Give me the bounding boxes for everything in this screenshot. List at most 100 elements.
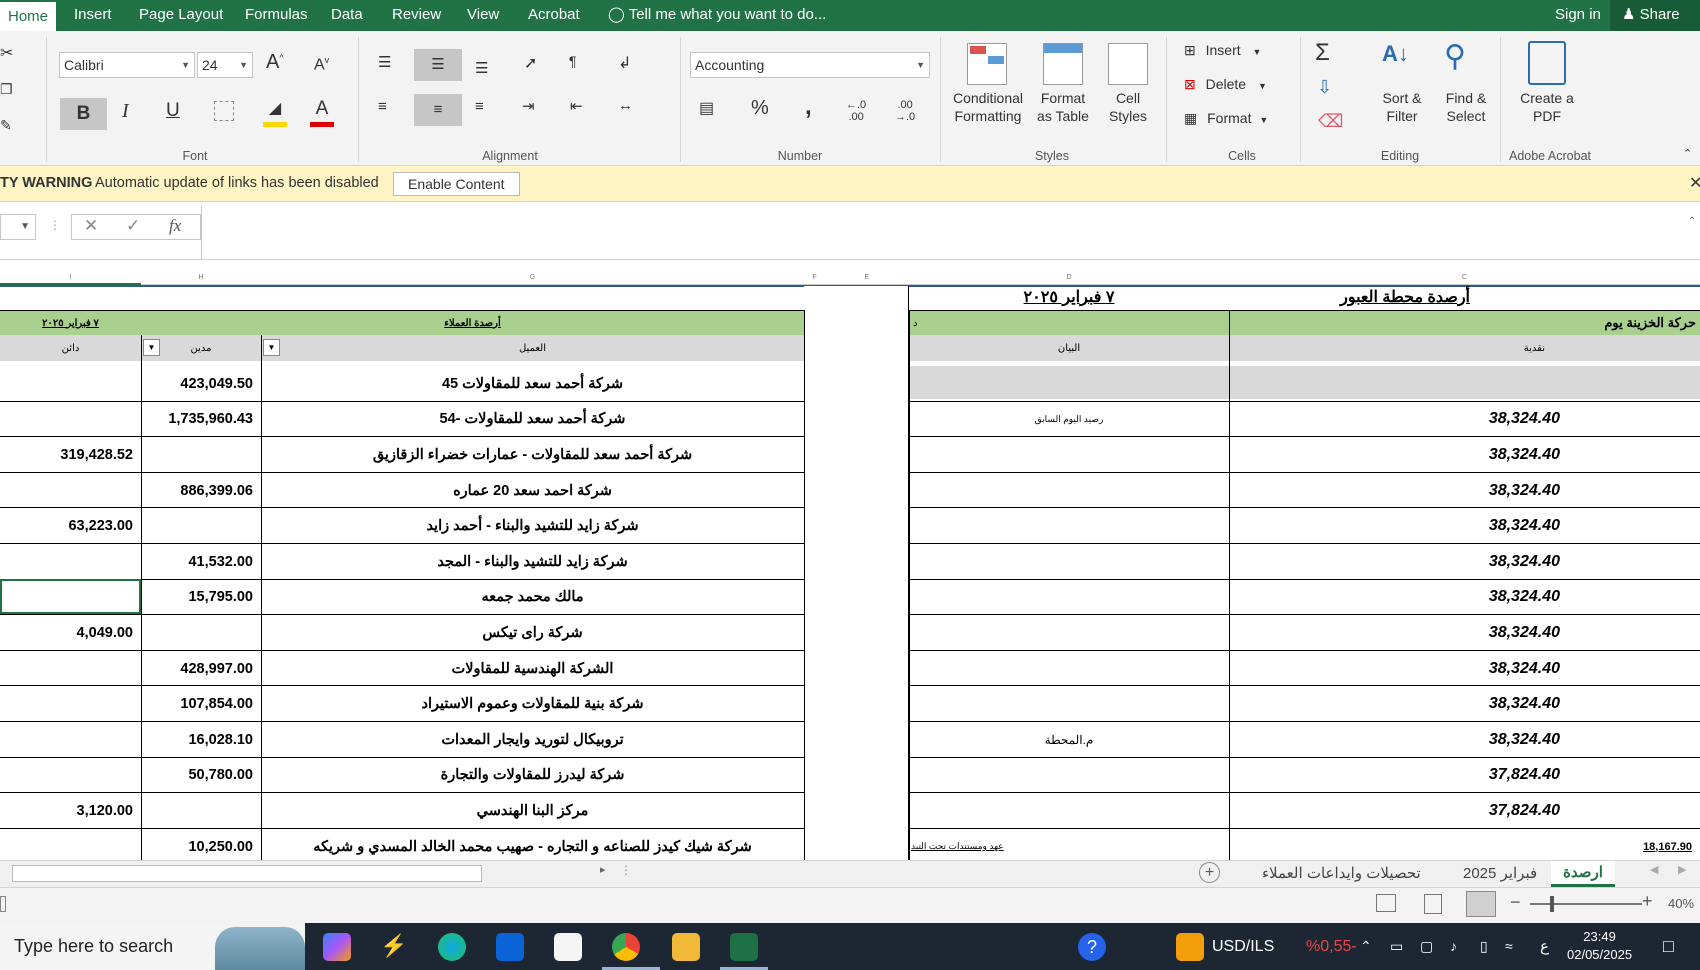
customer-name-cell[interactable]: شركة أحمد سعد للمقاولات 45: [261, 366, 804, 402]
statement-cell[interactable]: رصيد اليوم السابق: [909, 402, 1229, 438]
cash-cell[interactable]: 38,324.40: [1229, 437, 1700, 473]
debit-cell[interactable]: 423,049.50: [141, 366, 261, 402]
scroll-right-icon[interactable]: ▸: [600, 863, 606, 876]
amazon-icon[interactable]: [554, 933, 582, 961]
conditional-formatting-button[interactable]: Conditional Formatting: [944, 89, 1032, 125]
merge-center-icon[interactable]: ↔: [618, 97, 633, 114]
italic-button[interactable]: I: [122, 100, 129, 123]
enable-content-button[interactable]: Enable Content: [393, 172, 520, 196]
horizontal-scrollbar[interactable]: [12, 865, 482, 882]
statement-cell[interactable]: [909, 544, 1229, 580]
macro-record-icon[interactable]: [0, 896, 6, 912]
edge-icon[interactable]: [438, 933, 466, 961]
add-sheet-button[interactable]: +: [1199, 862, 1220, 883]
increase-decimal-button[interactable]: ←.0 .00: [846, 99, 866, 123]
align-center-icon[interactable]: ≡: [414, 94, 462, 126]
middle-align-icon[interactable]: ☰: [414, 49, 462, 81]
debit-cell[interactable]: 1,735,960.43: [141, 402, 261, 438]
copilot-icon[interactable]: [323, 933, 351, 961]
credit-cell[interactable]: [0, 722, 141, 758]
cash-cell[interactable]: 38,324.40: [1229, 508, 1700, 544]
decrease-indent-icon[interactable]: ⇤: [570, 97, 583, 115]
statement-cell[interactable]: [909, 473, 1229, 509]
credit-cell[interactable]: [0, 473, 141, 509]
tab-insert[interactable]: Insert: [74, 0, 112, 31]
statement-cell[interactable]: [909, 615, 1229, 651]
chevron-up-icon[interactable]: ⌃: [1360, 923, 1372, 970]
enter-check-icon[interactable]: ✓: [126, 216, 140, 236]
credit-cell[interactable]: 63,223.00: [0, 508, 141, 544]
name-box[interactable]: ▼: [0, 214, 36, 240]
stocks-widget-icon[interactable]: [1176, 933, 1204, 961]
accounting-format-icon[interactable]: ▤: [699, 98, 714, 118]
system-clock[interactable]: 23:49 02/05/2025: [1567, 928, 1632, 964]
sign-in-link[interactable]: Sign in: [1555, 0, 1601, 31]
credit-cell[interactable]: [0, 544, 141, 580]
cell-styles-icon[interactable]: [1108, 43, 1148, 85]
treasury-band-title[interactable]: حركة الخزينة يوم: [1229, 311, 1700, 335]
statement-cell[interactable]: عهد ومستندات تحت التيد: [909, 829, 1229, 860]
align-left-icon[interactable]: ≡: [378, 98, 387, 115]
customers-band-date[interactable]: ٧ فبراير ٢٠٢٥: [0, 311, 141, 335]
col-header-g[interactable]: G: [261, 274, 804, 284]
find-select-button[interactable]: Find & Select: [1436, 89, 1496, 125]
conditional-formatting-icon[interactable]: [967, 43, 1007, 85]
statement-cell[interactable]: [909, 580, 1229, 616]
credit-cell[interactable]: [0, 758, 141, 794]
formula-input[interactable]: [201, 206, 1691, 260]
customer-name-cell[interactable]: شركة أحمد سعد للمقاولات -54: [261, 402, 804, 438]
col-header-d[interactable]: D: [909, 274, 1229, 284]
customer-name-cell[interactable]: شركة زايد للتشيد والبناء - المجد: [261, 544, 804, 580]
tab-home[interactable]: Home: [0, 0, 57, 31]
debit-cell[interactable]: [141, 437, 261, 473]
customer-name-cell[interactable]: مالك محمد جمعه: [261, 580, 804, 616]
collapse-ribbon-icon[interactable]: ⌃: [1683, 147, 1692, 160]
cut-icon[interactable]: ✂: [0, 43, 13, 63]
bottom-align-icon[interactable]: ☰: [475, 59, 488, 77]
col-header-f[interactable]: F: [804, 274, 825, 284]
selected-cell[interactable]: [0, 579, 141, 614]
pdf-icon[interactable]: [1528, 41, 1566, 85]
customer-name-cell[interactable]: شركة زايد للتشيد والبناء - أحمد زايد: [261, 508, 804, 544]
credit-cell[interactable]: [0, 686, 141, 722]
statement-cell[interactable]: [909, 508, 1229, 544]
lightning-app-icon[interactable]: ⚡: [380, 933, 408, 961]
col-header-e[interactable]: E: [825, 274, 909, 284]
customers-band-title[interactable]: أرصدة العملاء: [141, 311, 804, 335]
tab-acrobat[interactable]: Acrobat: [528, 0, 580, 31]
orientation-icon[interactable]: ➚: [524, 53, 537, 73]
statement-cell[interactable]: [909, 686, 1229, 722]
bold-button[interactable]: B: [60, 98, 107, 130]
sort-filter-icon[interactable]: A↓: [1382, 41, 1409, 67]
tell-me-box[interactable]: ◯ Tell me what you want to do...: [608, 0, 826, 31]
cash-cell[interactable]: [1229, 366, 1700, 402]
align-right-icon[interactable]: ≡: [475, 98, 484, 115]
credit-cell[interactable]: 3,120.00: [0, 793, 141, 829]
zoom-out-button[interactable]: −: [1510, 892, 1521, 913]
debit-cell[interactable]: [141, 508, 261, 544]
header-customer[interactable]: العميل: [261, 335, 804, 361]
copy-icon[interactable]: ❐: [0, 81, 13, 98]
header-statement[interactable]: البيان: [909, 335, 1229, 361]
expand-formula-icon[interactable]: ⌃: [1688, 216, 1696, 227]
cash-cell[interactable]: 38,324.40: [1229, 580, 1700, 616]
statement-cell[interactable]: [909, 793, 1229, 829]
share-button[interactable]: ♟ Share: [1610, 0, 1700, 31]
format-painter-icon[interactable]: ✎: [0, 117, 12, 134]
debit-cell[interactable]: 50,780.00: [141, 758, 261, 794]
customer-name-cell[interactable]: شركة راى تيكس: [261, 615, 804, 651]
top-align-icon[interactable]: ☰: [378, 53, 391, 71]
zoom-slider[interactable]: [1530, 896, 1642, 912]
debit-cell[interactable]: 16,028.10: [141, 722, 261, 758]
underline-button[interactable]: U: [166, 100, 180, 122]
format-cells-button[interactable]: ▦ Format ▼: [1184, 110, 1268, 127]
clear-eraser-icon[interactable]: ⌫: [1318, 111, 1343, 132]
ticker-symbol[interactable]: USD/ILS: [1212, 923, 1274, 970]
title-transit-balances[interactable]: أرصدة محطة العبور: [1229, 286, 1700, 308]
number-format-combo[interactable]: Accounting ▼: [690, 52, 930, 78]
cash-cell[interactable]: 38,324.40: [1229, 544, 1700, 580]
statement-cell[interactable]: [909, 366, 1229, 402]
header-cash[interactable]: نقدية: [1229, 335, 1700, 361]
filter-dropdown-icon[interactable]: ▼: [263, 339, 280, 356]
cash-cell[interactable]: 38,324.40: [1229, 615, 1700, 651]
